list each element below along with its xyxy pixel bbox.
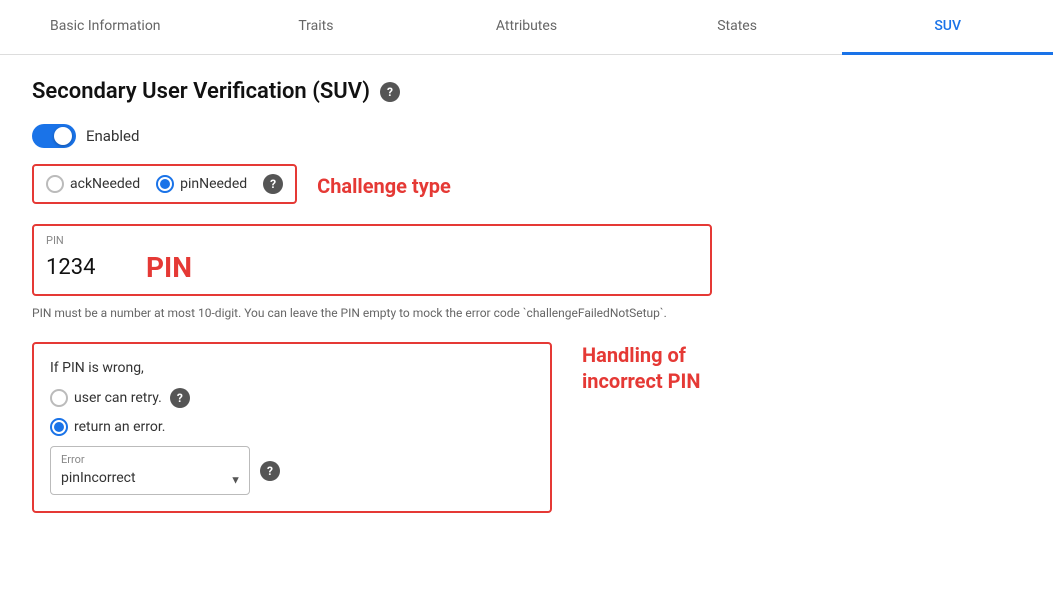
challenge-type-group: ackNeeded pinNeeded ? [32,164,297,204]
radio-pin-needed-circle [156,175,174,193]
pin-hint: PIN must be a number at most 10-digit. Y… [32,304,712,322]
handling-annotation: Handling of incorrect PIN [582,342,701,394]
challenge-type-help-icon[interactable]: ? [263,174,283,194]
error-select-value-row[interactable]: pinIncorrect ▼ [51,466,249,494]
tab-states[interactable]: States [632,0,843,55]
error-select-container: Error pinIncorrect ▼ [50,446,250,495]
radio-pin-needed[interactable]: pinNeeded [156,175,247,193]
pin-annotation: PIN [146,251,192,284]
radio-return-error[interactable]: return an error. [50,418,165,436]
radio-ack-needed-circle [46,175,64,193]
pin-annotation-row: 1234 PIN [46,251,698,284]
error-select-label: Error [51,449,249,466]
tab-basic-information[interactable]: Basic Information [0,0,211,55]
radio-user-retry-row: user can retry. ? [50,388,534,408]
tab-attributes[interactable]: Attributes [421,0,632,55]
radio-ack-needed-label: ackNeeded [70,176,140,192]
dropdown-arrow-icon: ▼ [230,474,241,487]
handling-row: If PIN is wrong, user can retry. ? retur… [32,342,1021,513]
tab-suv[interactable]: SUV [842,0,1053,55]
title-help-icon[interactable]: ? [380,82,400,102]
radio-user-retry-label: user can retry. [74,390,162,406]
radio-pin-needed-label: pinNeeded [180,176,247,192]
radio-user-retry[interactable]: user can retry. [50,389,162,407]
error-help-icon[interactable]: ? [260,461,280,481]
toggle-thumb [54,127,72,145]
radio-return-error-label: return an error. [74,419,165,435]
toggle-label: Enabled [86,127,139,145]
challenge-type-annotation: Challenge type [317,174,451,198]
radio-return-error-row: return an error. [50,418,534,436]
enabled-toggle-row: Enabled [32,124,1021,148]
main-content: Secondary User Verification (SUV) ? Enab… [0,55,1053,537]
radio-user-retry-circle [50,389,68,407]
pin-container: PIN 1234 PIN [32,224,712,296]
error-field-row: Error pinIncorrect ▼ ? [50,446,534,495]
error-select-wrapper: Error pinIncorrect ▼ [50,446,250,495]
user-retry-help-icon[interactable]: ? [170,388,190,408]
radio-ack-needed[interactable]: ackNeeded [46,175,140,193]
pin-value[interactable]: 1234 [46,255,106,280]
radio-return-error-circle [50,418,68,436]
page-title-row: Secondary User Verification (SUV) ? [32,79,1021,104]
page-title: Secondary User Verification (SUV) [32,79,370,104]
challenge-type-row: ackNeeded pinNeeded ? Challenge type [32,164,1021,208]
pin-field-label: PIN [46,234,698,247]
handling-title: If PIN is wrong, [50,360,534,376]
error-select-value: pinIncorrect [61,470,136,486]
tab-traits[interactable]: Traits [211,0,422,55]
enabled-toggle[interactable] [32,124,76,148]
tabs-bar: Basic Information Traits Attributes Stat… [0,0,1053,55]
handling-box: If PIN is wrong, user can retry. ? retur… [32,342,552,513]
